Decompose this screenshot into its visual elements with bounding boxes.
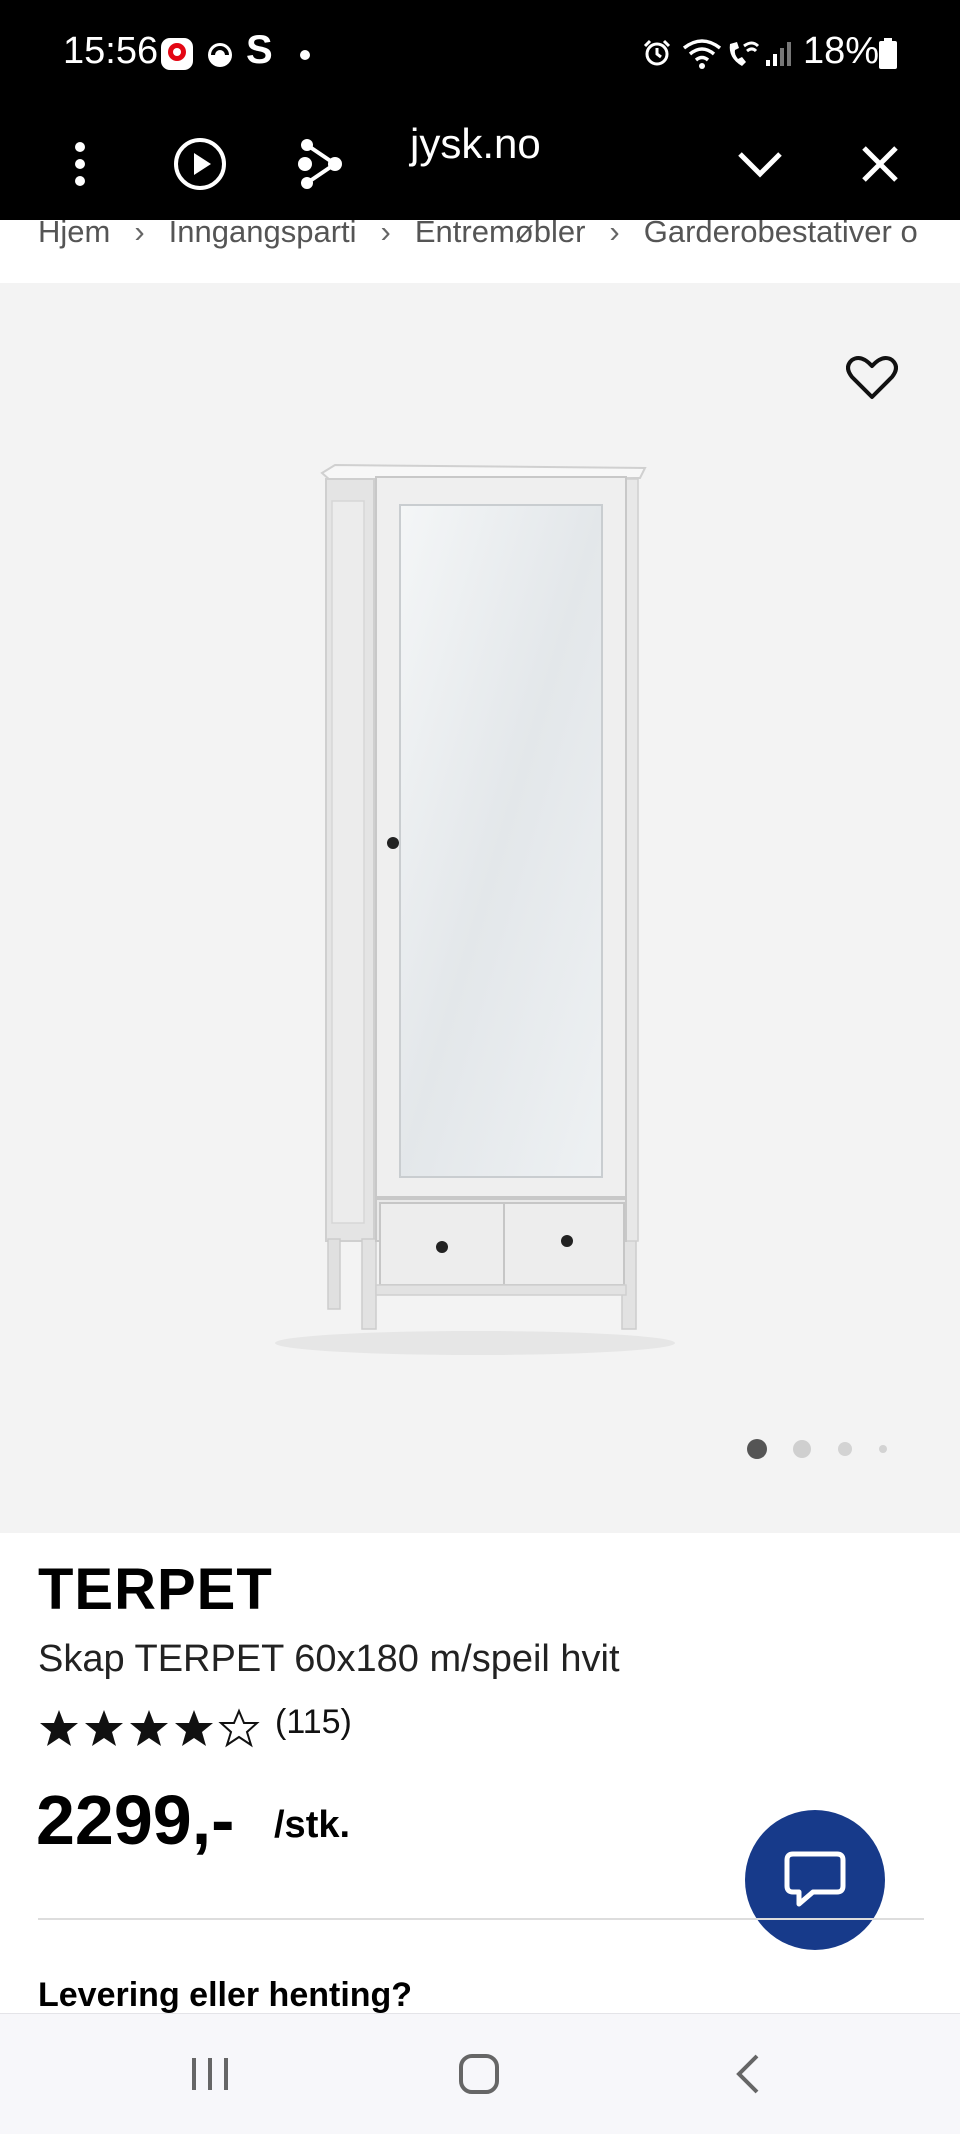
sync-icon [205,40,235,74]
star-filled-icon [85,1710,123,1746]
s-app-icon: S [246,28,273,72]
wifi-icon [682,38,722,74]
share-icon[interactable] [282,126,358,202]
breadcrumb-item-home[interactable]: Hjem [38,220,110,250]
chevron-down-icon[interactable] [722,126,798,202]
breadcrumb-item-entrance[interactable]: Inngangsparti [169,220,357,250]
favorite-heart-icon[interactable] [846,355,898,401]
status-bar: 15:56 S 18% [0,0,960,108]
breadcrumb-item-coat-racks[interactable]: Garderobestativer o [644,220,918,250]
system-nav-bar [0,2013,960,2134]
breadcrumb-item-hall-furniture[interactable]: Entremøbler [415,220,586,250]
play-icon[interactable] [162,126,238,202]
product-gallery[interactable] [0,283,960,1533]
product-brand: TERPET [38,1557,273,1622]
notification-dot [300,50,310,60]
battery-percent: 18% [803,30,880,72]
posten-icon [160,37,194,75]
close-icon[interactable] [842,126,918,202]
url-bar[interactable]: jysk.no [410,120,541,168]
product-image [275,463,675,1355]
recent-apps-icon[interactable] [175,2046,245,2102]
review-count[interactable]: (115) [275,1703,352,1742]
gallery-dot[interactable] [793,1440,811,1458]
breadcrumb: Hjem › Inngangsparti › Entremøbler › Garderobe… [0,220,960,282]
battery-icon [878,38,898,74]
home-icon[interactable] [444,2046,514,2102]
gallery-dot[interactable] [838,1442,852,1456]
back-icon[interactable] [713,2046,783,2102]
signal-icon [764,40,794,72]
chevron-right-icon: › [609,220,620,249]
chevron-right-icon: › [380,220,391,249]
chat-button[interactable] [745,1810,885,1950]
product-name: Skap TERPET 60x180 m/speil hvit [38,1638,620,1680]
breadcrumb-trail: Hjem › Inngangsparti › Entremøbler › Garderobe… [38,220,918,250]
browser-toolbar: jysk.no [0,108,960,220]
divider [38,1918,924,1920]
star-filled-icon [175,1710,213,1746]
rating-stars[interactable] [38,1706,263,1750]
gallery-dot-active[interactable] [747,1439,767,1459]
menu-icon[interactable] [42,126,118,202]
gallery-pagination [0,1437,960,1461]
gallery-dot[interactable] [879,1445,887,1453]
star-filled-icon [130,1710,168,1746]
star-outline-icon [218,1708,260,1748]
alarm-icon [642,38,672,72]
price-unit: /stk. [274,1804,351,1846]
chevron-right-icon: › [134,220,145,249]
product-price: 2299,- [36,1781,235,1859]
star-filled-icon [40,1710,78,1746]
delivery-heading[interactable]: Levering eller henting? [38,1976,412,2015]
wifi-call-icon [726,38,760,74]
status-time: 15:56 [63,30,159,72]
chat-bubble-icon [784,1851,846,1907]
top-bar: 15:56 S 18% jysk.no [0,0,960,220]
